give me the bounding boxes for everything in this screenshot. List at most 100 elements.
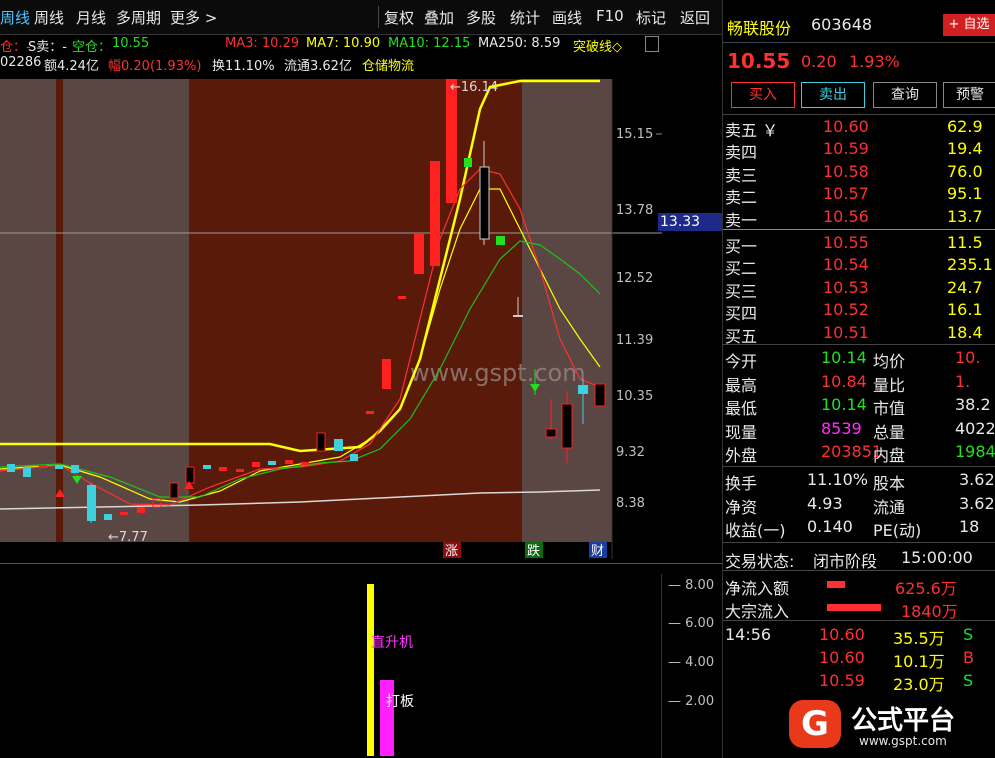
list-item[interactable]: 买五 10.51 18.4 [723, 322, 995, 346]
query-button[interactable]: 查询 [873, 82, 937, 108]
buy-button[interactable]: 买入 [731, 82, 795, 108]
fundamental-value: 18 [959, 517, 980, 537]
list-item[interactable]: 现量 8539 总量 40228 [723, 418, 995, 442]
list-item[interactable]: 买三 10.53 24.7 [723, 277, 995, 301]
list-item[interactable]: 买四 10.52 16.1 [723, 299, 995, 323]
draw-button[interactable]: 画线 [552, 7, 582, 28]
book-level-label: 卖二 [725, 188, 758, 208]
list-item[interactable]: 14:56 10.60 35.5万 S [723, 624, 995, 648]
ma7-value: MA7: 10.90 [306, 36, 381, 51]
price-tick: 13.78 [616, 203, 653, 218]
fundamental-value: 11.10% [807, 470, 869, 489]
net-inflow-bar [827, 581, 845, 588]
list-item[interactable]: 今开 10.14 均价 10. [723, 347, 995, 371]
crosshair-price: 13.33 [658, 213, 724, 231]
list-item[interactable]: 收益(一) 0.140 PE(动) 18 [723, 516, 995, 541]
kline-chart[interactable]: 15.15 13.78 12.52 11.39 10.35 9.32 8.38 … [0, 79, 662, 559]
chart-toolbar: 周线 周线 月线 多周期 更多 > 复权 叠加 多股 统计 画线 F10 标记 … [0, 0, 722, 35]
ma3-value: MA3: 10.29 [225, 36, 300, 51]
fundamental-value: 3.62 [959, 493, 995, 513]
event-marker-rise[interactable]: 涨 [445, 544, 458, 559]
event-marker-fall[interactable]: 跌 [527, 543, 540, 559]
stock-code: 603648 [811, 15, 873, 34]
current-price: 10.55 [727, 49, 791, 73]
list-item[interactable]: 换手 11.10% 股本 3.62 [723, 469, 995, 493]
mark-button[interactable]: 标记 [636, 7, 666, 28]
tick-price: 10.59 [819, 671, 865, 690]
tab-monthly[interactable]: 月线 [76, 7, 106, 28]
band-2 [63, 79, 189, 542]
quote-value: 10.14 [821, 348, 867, 367]
fundamental-label: 净资 [725, 497, 758, 517]
list-item[interactable]: 买一 10.55 11.5 [723, 232, 995, 256]
adjust-button[interactable]: 复权 [384, 7, 414, 28]
tab-multi-period[interactable]: 多周期 [116, 7, 161, 28]
book-level-label: 买二 [725, 259, 758, 279]
more-menu[interactable]: 更多 > [170, 7, 217, 28]
fundamental-label: 流通 [873, 497, 906, 517]
back-button[interactable]: 返回 [680, 7, 710, 28]
quote-label: 外盘 [725, 446, 758, 466]
fundamental-label: 收益(一) [725, 521, 786, 541]
indicator-tick: 4.00 [685, 655, 715, 670]
f10-button[interactable]: F10 [596, 7, 624, 25]
logo-url: www.gspt.com [859, 734, 947, 748]
book-level-label: 卖四 [725, 143, 758, 163]
stat-float: 流通3.62亿 [284, 59, 352, 74]
tick-price: 10.60 [819, 648, 865, 667]
quote-label: 总量 [873, 422, 906, 442]
tick-price: 10.60 [819, 625, 865, 644]
list-item[interactable]: 外盘 203851 内盘 1984 [723, 441, 995, 466]
book-level-label: 卖五 ￥ [725, 121, 779, 140]
helicopter-label: 直升机 [371, 634, 413, 651]
alert-button[interactable]: 预警 [943, 82, 995, 108]
list-item[interactable]: 最高 10.84 量比 1. [723, 371, 995, 395]
book-level-volume: 235.1 [947, 255, 993, 275]
pane-divider [0, 563, 722, 564]
quote-value: 1. [955, 371, 971, 391]
tick-side: S [963, 671, 974, 690]
tab-weekly-active[interactable]: 周线 [0, 7, 30, 28]
band-1 [56, 79, 63, 542]
book-level-price: 10.59 [823, 139, 869, 159]
stat-volume: 02286 [0, 55, 42, 70]
list-item[interactable]: 买二 10.54 235.1 [723, 254, 995, 279]
stat-turnover: 换11.10% [212, 59, 275, 74]
overlay-button[interactable]: 叠加 [424, 7, 454, 28]
fundamental-value: 4.93 [807, 493, 843, 513]
list-item[interactable]: 净资 4.93 流通 3.62 [723, 493, 995, 517]
list-item[interactable]: 卖一 10.56 13.7 [723, 206, 995, 230]
list-item[interactable]: 最低 10.14 市值 38.2 [723, 394, 995, 419]
book-level-volume: 11.5 [947, 233, 983, 252]
event-marker-finance[interactable]: 财 [591, 544, 604, 559]
quote-value: 1984 [955, 442, 995, 462]
indicator-pane[interactable]: 直升机 打板 [0, 574, 662, 758]
helicopter-bar [367, 584, 374, 756]
tick-volume: 10.1万 [893, 652, 945, 671]
price-tick: 12.52 [616, 271, 653, 286]
statistics-button[interactable]: 统计 [510, 7, 540, 28]
board-label: 打板 [386, 693, 414, 710]
tick-volume: 35.5万 [893, 629, 945, 648]
quote-label: 最低 [725, 399, 758, 419]
list-item[interactable]: 卖五 ￥ 10.60 62.9 [723, 116, 995, 140]
quote-value: 8539 [821, 418, 862, 438]
list-item[interactable]: 卖二 10.57 95.1 [723, 183, 995, 208]
add-favorite-button[interactable]: + 自选 [943, 14, 995, 36]
tab-weekly[interactable]: 周线 [34, 7, 64, 28]
sell-button[interactable]: 卖出 [801, 82, 865, 108]
list-item[interactable]: 卖四 10.59 19.4 [723, 138, 995, 163]
toggle-box[interactable] [645, 36, 659, 52]
stat-sector: 仓储物流 [362, 59, 415, 74]
list-item[interactable]: 10.59 23.0万 S [723, 670, 995, 694]
empty-label: 空仓： [72, 40, 112, 55]
multi-stock-button[interactable]: 多股 [466, 7, 496, 28]
list-item[interactable]: 10.60 10.1万 B [723, 647, 995, 671]
book-level-price: 10.52 [823, 300, 869, 320]
book-level-price: 10.58 [823, 161, 869, 181]
book-level-volume: 95.1 [947, 184, 983, 204]
quote-label: 量比 [873, 375, 906, 395]
breakout-line: 突破线◇ [573, 40, 622, 55]
book-level-price: 10.53 [823, 277, 869, 297]
list-item[interactable]: 卖三 10.58 76.0 [723, 161, 995, 185]
